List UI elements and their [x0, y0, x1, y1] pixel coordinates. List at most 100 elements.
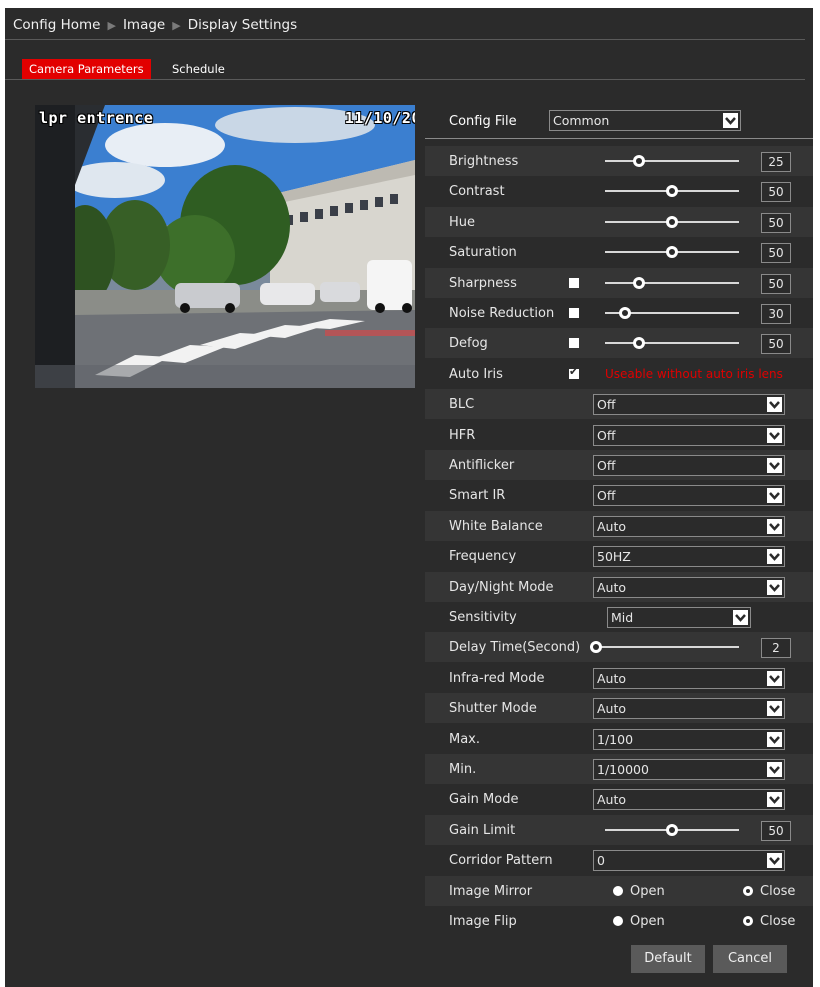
- sharpness-label: Sharpness: [449, 275, 517, 291]
- corridor-pattern-select[interactable]: 0: [593, 850, 785, 872]
- delay-time-value-input[interactable]: 2: [761, 638, 791, 659]
- brightness-value-input[interactable]: 25: [761, 152, 791, 172]
- tab-divider: [5, 79, 805, 80]
- breadcrumb-display-settings: Display Settings: [187, 17, 298, 33]
- blc-label: BLC: [449, 397, 475, 413]
- saturation-label: Saturation: [449, 245, 517, 261]
- min-label: Min.: [449, 762, 477, 777]
- noise-reduction-row: Noise Reduction 30: [425, 298, 813, 328]
- chevron-down-icon: [767, 670, 782, 686]
- contrast-value-input[interactable]: 50: [761, 182, 791, 203]
- max-row: Max. 1/100: [425, 724, 813, 754]
- frequency-row: Frequency 50HZ: [425, 541, 813, 571]
- hfr-label: HFR: [449, 427, 476, 443]
- gain-limit-value-input[interactable]: 50: [761, 820, 791, 841]
- gain-mode-select[interactable]: Auto: [593, 789, 785, 811]
- image-mirror-label: Image Mirror: [449, 883, 533, 899]
- contrast-slider-handle[interactable]: [666, 185, 678, 198]
- image-mirror-close-label: Close: [760, 883, 796, 899]
- radio-icon: [743, 885, 753, 896]
- gain-limit-label: Gain Limit: [449, 822, 516, 838]
- tab-camera-parameters[interactable]: Camera Parameters: [22, 59, 151, 79]
- gain-mode-row: Gain Mode Auto: [425, 784, 813, 814]
- sharpness-checkbox[interactable]: [569, 277, 579, 288]
- gain-mode-value: Auto: [597, 792, 627, 808]
- osd-camera-name: lpr entrence: [39, 109, 154, 127]
- max-select[interactable]: 1/100: [593, 728, 785, 750]
- frequency-select[interactable]: 50HZ: [593, 546, 785, 568]
- brightness-label: Brightness: [449, 154, 519, 169]
- white-balance-row: White Balance Auto: [425, 510, 813, 541]
- config-file-select[interactable]: Common: [549, 110, 741, 131]
- cancel-button[interactable]: Cancel: [713, 945, 787, 973]
- defog-label: Defog: [449, 336, 488, 352]
- defog-slider-handle[interactable]: [632, 337, 645, 350]
- noise-reduction-label: Noise Reduction: [449, 306, 555, 321]
- smart-ir-select[interactable]: Off: [593, 485, 785, 507]
- noise-reduction-checkbox[interactable]: [569, 308, 579, 318]
- delay-time-slider-track[interactable]: [593, 646, 739, 649]
- gain-limit-row: Gain Limit 50: [425, 814, 813, 845]
- gain-mode-label: Gain Mode: [449, 792, 519, 808]
- antiflicker-select[interactable]: Off: [593, 455, 785, 476]
- breadcrumb-image[interactable]: Image: [123, 17, 165, 33]
- hfr-select[interactable]: Off: [593, 424, 785, 446]
- noise-reduction-slider-handle[interactable]: [619, 307, 632, 319]
- chevron-down-icon: [767, 518, 782, 534]
- tab-schedule[interactable]: Schedule: [165, 59, 232, 79]
- gain-limit-slider-handle[interactable]: [666, 823, 678, 836]
- shutter-mode-value: Auto: [597, 701, 627, 717]
- min-select[interactable]: 1/10000: [593, 759, 785, 780]
- defog-row: Defog 50: [425, 328, 813, 359]
- breadcrumb-config-home[interactable]: Config Home: [13, 17, 100, 33]
- image-flip-open-label: Open: [630, 914, 665, 929]
- defog-value-input[interactable]: 50: [761, 334, 791, 355]
- auto-iris-checkbox[interactable]: [569, 365, 579, 379]
- default-button[interactable]: Default: [631, 945, 705, 973]
- saturation-value-input[interactable]: 50: [761, 243, 791, 264]
- defog-slider-track[interactable]: [605, 342, 739, 345]
- image-mirror-open-label: Open: [630, 883, 665, 899]
- brightness-slider-handle[interactable]: [632, 155, 645, 167]
- sharpness-value-input[interactable]: 50: [761, 273, 791, 294]
- shutter-mode-select[interactable]: Auto: [593, 698, 785, 720]
- antiflicker-value: Off: [597, 458, 616, 473]
- hue-label: Hue: [449, 214, 476, 230]
- chevron-down-icon: [767, 701, 782, 717]
- radio-icon: [613, 916, 623, 926]
- chevron-down-icon: [733, 610, 748, 625]
- day-night-mode-select[interactable]: Auto: [593, 576, 785, 598]
- brightness-row: Brightness 25: [425, 146, 813, 176]
- infrared-mode-row: Infra-red Mode Auto: [425, 663, 813, 693]
- image-flip-label: Image Flip: [449, 914, 517, 929]
- camera-preview: lpr entrence 11/10/20: [35, 105, 415, 388]
- shutter-mode-label: Shutter Mode: [449, 701, 537, 717]
- hue-slider-handle[interactable]: [666, 215, 678, 228]
- white-balance-value: Auto: [597, 518, 627, 534]
- image-flip-row: Image Flip Open Close: [425, 906, 813, 936]
- sharpness-slider-track[interactable]: [605, 281, 739, 284]
- noise-reduction-value-input[interactable]: 30: [761, 304, 791, 324]
- white-balance-select[interactable]: Auto: [593, 515, 785, 537]
- chevron-down-icon: [767, 488, 782, 504]
- saturation-slider-handle[interactable]: [666, 246, 678, 259]
- infrared-mode-select[interactable]: Auto: [593, 667, 785, 689]
- brightness-slider-track[interactable]: [605, 160, 739, 162]
- hue-value-input[interactable]: 50: [761, 212, 791, 233]
- contrast-row: Contrast 50: [425, 176, 813, 206]
- sharpness-row: Sharpness 50: [425, 267, 813, 298]
- defog-checkbox[interactable]: [569, 338, 579, 349]
- blc-select[interactable]: Off: [593, 394, 785, 416]
- saturation-row: Saturation 50: [425, 237, 813, 267]
- contrast-label: Contrast: [449, 184, 505, 200]
- corridor-pattern-row: Corridor Pattern 0: [425, 845, 813, 875]
- delay-time-slider-handle[interactable]: [589, 641, 602, 654]
- sensitivity-select[interactable]: Mid: [607, 607, 751, 628]
- infrared-mode-value: Auto: [597, 670, 627, 686]
- delay-time-label: Delay Time(Second): [449, 640, 581, 656]
- breadcrumb-separator-icon: ▶: [172, 19, 181, 32]
- infrared-mode-label: Infra-red Mode: [449, 670, 545, 686]
- sensitivity-row: Sensitivity Mid: [425, 602, 813, 632]
- breadcrumb: Config Home ▶ Image ▶ Display Settings: [13, 17, 297, 33]
- sharpness-slider-handle[interactable]: [632, 276, 645, 289]
